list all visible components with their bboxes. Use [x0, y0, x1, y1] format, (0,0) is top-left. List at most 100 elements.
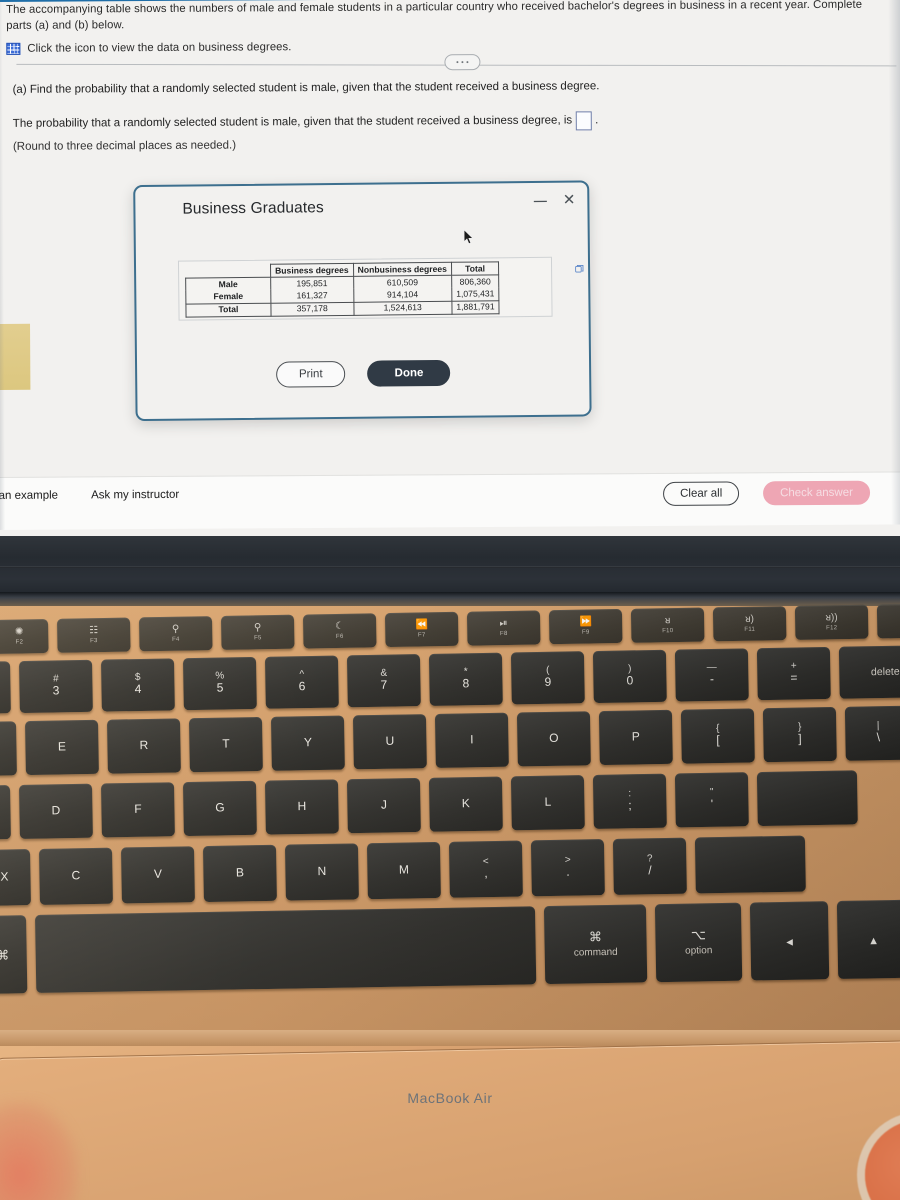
key-8-upper: *	[463, 666, 468, 678]
right-command-key[interactable]: ⌘ command	[543, 904, 648, 985]
rewind-key[interactable]: ⏪ F7	[384, 611, 459, 648]
copy-to-clipboard-icon[interactable]	[575, 264, 584, 273]
touch-id-key[interactable]	[876, 603, 900, 639]
key-n[interactable]: N	[284, 843, 359, 901]
dictation-mic-key[interactable]: ⚲ F5	[220, 614, 295, 650]
key-t[interactable]: T	[188, 716, 263, 773]
key-7[interactable]: & 7	[346, 654, 421, 708]
check-answer-button[interactable]: Check answer	[762, 480, 871, 506]
close-icon[interactable]: ✕	[563, 192, 576, 209]
key-m[interactable]: M	[366, 841, 441, 900]
dialog-title: Business Graduates	[182, 199, 324, 218]
screen-content: The accompanying table shows the numbers…	[0, 0, 900, 536]
key-bracket-right[interactable]: }]	[762, 706, 837, 763]
key-bracket-right-upper: }	[797, 721, 802, 733]
key-4-lower: 4	[134, 682, 142, 697]
key-s-partial[interactable]	[0, 785, 11, 840]
mission-control-key[interactable]: ☷ F3	[56, 617, 131, 653]
key-quote[interactable]: " '	[674, 772, 749, 828]
arrow-left-key[interactable]: ◂	[749, 901, 830, 981]
trackpad[interactable]	[0, 1035, 900, 1200]
key-e[interactable]: E	[24, 719, 99, 776]
space-bar[interactable]	[34, 906, 537, 993]
key-b[interactable]: B	[202, 844, 277, 903]
cell-total-nonbusiness: 1,524,613	[353, 300, 452, 316]
arrow-up-down-key[interactable]: ▴	[836, 899, 900, 979]
right-shift-key[interactable]	[694, 835, 806, 894]
key-6-lower: 6	[298, 679, 306, 694]
key-j[interactable]: J	[346, 777, 421, 834]
fast-forward-key-label: F9	[581, 629, 590, 636]
key-l-lower: L	[544, 794, 552, 809]
section-divider	[0, 50, 900, 76]
key-c[interactable]: C	[38, 847, 113, 905]
key-k[interactable]: K	[428, 776, 503, 832]
key-slash[interactable]: ? /	[612, 837, 687, 895]
key-3[interactable]: #3	[18, 659, 93, 714]
key-0[interactable]: ) 0	[592, 649, 667, 704]
ask-instructor-link[interactable]: Ask my instructor	[91, 489, 179, 502]
key-comma[interactable]: <,	[448, 840, 523, 898]
homework-page: The accompanying table shows the numbers…	[0, 0, 900, 536]
volume-up-key[interactable]: ᴚ)) F12	[794, 604, 869, 640]
key-h[interactable]: H	[264, 779, 339, 835]
answer-input-box[interactable]	[576, 111, 593, 131]
key-w-partial[interactable]: V	[0, 721, 17, 776]
key-f[interactable]: F	[100, 782, 175, 838]
play-pause-key[interactable]: ⏯ F8	[466, 610, 541, 646]
key-6[interactable]: ^ 6	[264, 655, 339, 709]
key-semicolon[interactable]: :;	[592, 773, 667, 829]
minimize-icon[interactable]: —	[534, 193, 547, 208]
key-minus-lower: -	[709, 672, 715, 687]
key-p[interactable]: P	[598, 709, 673, 766]
do-not-disturb-key[interactable]: ☾ F6	[302, 613, 377, 649]
brightness-up-key-label: F2	[15, 639, 24, 646]
homework-toolbar: w an example Ask my instructor Clear all…	[0, 471, 900, 530]
do-not-disturb-key-glyph: ☾	[335, 620, 345, 632]
key-8[interactable]: * 8	[428, 652, 503, 706]
fast-forward-key[interactable]: ⏩ F9	[548, 608, 623, 645]
clear-all-button[interactable]: Clear all	[662, 481, 740, 506]
key-4[interactable]: $4	[100, 658, 175, 712]
key-v[interactable]: V	[120, 846, 195, 904]
key-bracket-left[interactable]: {[	[680, 708, 755, 764]
volume-down-key[interactable]: ᴚ) F11	[712, 606, 787, 642]
key-i[interactable]: I	[434, 712, 509, 768]
key-r[interactable]: R	[106, 718, 181, 774]
key-7-lower: 7	[380, 677, 388, 693]
key-equals[interactable]: + =	[756, 646, 831, 701]
print-button[interactable]: Print	[275, 360, 346, 388]
key-i-lower: I	[470, 732, 474, 747]
key-period[interactable]: >.	[530, 839, 605, 897]
dictation-mic-key-glyph: ⚲	[253, 622, 262, 634]
key-o[interactable]: O	[516, 711, 591, 767]
cell-female-total: 1,075,431	[451, 287, 500, 301]
left-command-key[interactable]: ⌘	[0, 915, 28, 994]
done-button[interactable]: Done	[367, 359, 451, 387]
brightness-up-key[interactable]: ✺ F2	[0, 618, 49, 654]
key-9[interactable]: (9	[510, 651, 585, 705]
key-x[interactable]: X	[0, 849, 31, 906]
key-b-lower: B	[235, 865, 245, 880]
spotlight-search-key[interactable]: ⚲ F4	[138, 616, 213, 652]
right-option-key-symbol: ⌥	[690, 927, 707, 943]
show-example-link[interactable]: w an example	[0, 490, 58, 502]
table-grid-icon[interactable]	[6, 42, 21, 55]
key-u[interactable]: U	[352, 714, 427, 770]
key-semicolon-lower: ;	[628, 798, 632, 813]
key-backslash[interactable]: | \	[844, 705, 900, 761]
delete-key[interactable]: delete	[838, 645, 900, 699]
key-partial-left[interactable]	[0, 661, 11, 714]
more-options-pill[interactable]	[444, 54, 481, 71]
laptop-hinge	[0, 592, 900, 606]
key-3-lower: 3	[52, 683, 60, 698]
key-minus[interactable]: — -	[674, 648, 749, 702]
key-l[interactable]: L	[510, 775, 585, 831]
key-d[interactable]: D	[18, 783, 93, 839]
key-y[interactable]: Y	[270, 715, 345, 771]
return-key[interactable]	[756, 770, 858, 827]
key-g[interactable]: G	[182, 780, 257, 837]
key-5[interactable]: % 5	[182, 656, 257, 711]
mute-key[interactable]: ᴚ F10	[630, 607, 705, 643]
right-option-key[interactable]: ⌥ option	[654, 902, 743, 983]
